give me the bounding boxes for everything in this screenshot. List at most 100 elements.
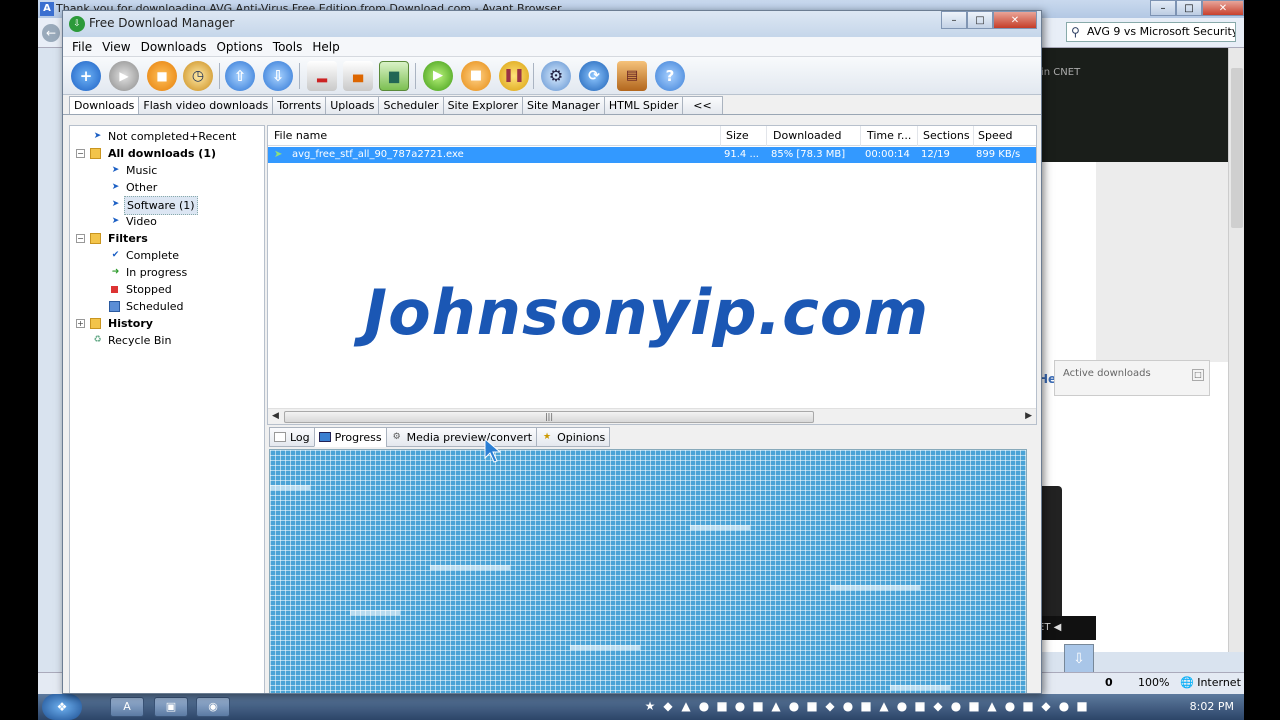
table-row[interactable]: ➤ avg_free_stf_all_90_787a2721.exe 91.4 … (268, 147, 1036, 163)
maximize-button[interactable]: □ (967, 11, 993, 29)
tree-item-scheduled[interactable]: Scheduled (70, 298, 264, 315)
stop-all-icon[interactable]: ■ (461, 61, 491, 91)
app-icon[interactable]: ■ (858, 697, 874, 715)
pause-all-icon[interactable]: ❚❚ (499, 61, 529, 91)
taskbar-fdm-button[interactable]: ◉ (196, 697, 230, 717)
app-icon[interactable]: ◆ (930, 697, 946, 715)
download-arrow-icon[interactable]: ⇩ (1064, 644, 1094, 674)
move-down-icon[interactable]: ⇩ (263, 61, 293, 91)
tab-torrents[interactable]: Torrents (272, 96, 327, 114)
collapse-icon[interactable]: − (76, 149, 85, 158)
tree-item-not-completed-recent[interactable]: ➤ Not completed+Recent (70, 128, 264, 145)
column-file-name[interactable]: File name (274, 129, 327, 142)
scroll-left-icon[interactable]: ◀ (272, 411, 279, 421)
speed-high-icon[interactable]: ▆ (379, 61, 409, 91)
site-manager-icon[interactable]: ⟳ (579, 61, 609, 91)
close-icon[interactable]: □ (1192, 369, 1204, 381)
scrollbar-thumb[interactable] (1231, 68, 1243, 228)
tab-collapse[interactable]: << (682, 96, 723, 114)
tree-item-in-progress[interactable]: ➜ In progress (70, 264, 264, 281)
tree-item-all-downloads[interactable]: − All downloads (1) (70, 145, 264, 162)
shield-icon[interactable]: ◆ (660, 697, 676, 715)
menu-downloads[interactable]: Downloads (136, 39, 212, 54)
app-icon[interactable]: ● (840, 697, 856, 715)
app-icon[interactable]: ■ (804, 697, 820, 715)
column-downloaded[interactable]: Downloaded (773, 129, 841, 142)
app-icon[interactable]: ● (1002, 697, 1018, 715)
app-icon[interactable]: ● (696, 697, 712, 715)
app-icon[interactable]: ◆ (822, 697, 838, 715)
app-icon[interactable]: ● (894, 697, 910, 715)
menu-file[interactable]: File (67, 39, 97, 54)
tab-site-manager[interactable]: Site Manager (521, 96, 605, 114)
app-icon[interactable]: ■ (714, 697, 730, 715)
browser-search-input[interactable]: ⚲ AVG 9 vs Microsoft Security e (1066, 22, 1236, 42)
books-icon[interactable]: ▤ (617, 61, 647, 91)
browser-vertical-scrollbar[interactable] (1228, 48, 1244, 652)
tree-item-music[interactable]: ➤ Music (70, 162, 264, 179)
tab-progress[interactable]: Progress (313, 427, 387, 447)
app-icon[interactable]: ▲ (678, 697, 694, 715)
app-icon[interactable]: ■ (750, 697, 766, 715)
help-icon[interactable]: ? (655, 61, 685, 91)
column-divider[interactable] (766, 126, 767, 146)
app-icon[interactable]: ● (948, 697, 964, 715)
app-icon[interactable]: ▲ (984, 697, 1000, 715)
app-icon[interactable]: ▲ (876, 697, 892, 715)
app-icon[interactable]: ■ (966, 697, 982, 715)
scroll-right-icon[interactable]: ▶ (1025, 411, 1032, 421)
horizontal-scrollbar[interactable]: ◀ ||| ▶ (268, 408, 1036, 424)
app-icon[interactable]: ● (1056, 697, 1072, 715)
menu-help[interactable]: Help (307, 39, 344, 54)
minimize-button[interactable]: – (1150, 0, 1176, 16)
taskbar-clock[interactable]: 8:02 PM (1190, 700, 1234, 713)
taskbar-avant-button[interactable]: A (110, 697, 144, 717)
tab-scheduler[interactable]: Scheduler (378, 96, 444, 114)
collapse-icon[interactable]: − (76, 234, 85, 243)
gear-icon[interactable]: ⚙ (541, 61, 571, 91)
taskbar-app-button[interactable]: ▣ (154, 697, 188, 717)
tab-media-preview-convert[interactable]: ⚙ Media preview/convert (385, 427, 538, 447)
menu-options[interactable]: Options (211, 39, 267, 54)
tree-item-stopped[interactable]: Stopped (70, 281, 264, 298)
column-divider[interactable] (973, 126, 974, 146)
speed-low-icon[interactable]: ▂ (307, 61, 337, 91)
tab-downloads[interactable]: Downloads (69, 96, 140, 114)
tree-item-other[interactable]: ➤ Other (70, 179, 264, 196)
column-size[interactable]: Size (726, 129, 749, 142)
tab-html-spider[interactable]: HTML Spider (603, 96, 684, 114)
app-icon[interactable]: ● (732, 697, 748, 715)
speed-medium-icon[interactable]: ▄ (343, 61, 373, 91)
scrollbar-thumb[interactable]: ||| (284, 411, 814, 423)
column-divider[interactable] (860, 126, 861, 146)
schedule-icon[interactable]: ◷ (183, 61, 213, 91)
expand-icon[interactable]: + (76, 319, 85, 328)
column-speed[interactable]: Speed (978, 129, 1012, 142)
tree-item-recycle-bin[interactable]: ♻ Recycle Bin (70, 332, 264, 349)
app-icon[interactable]: ● (786, 697, 802, 715)
tree-item-filters[interactable]: − Filters (70, 230, 264, 247)
start-button[interactable]: ❖ (42, 694, 82, 720)
star-icon[interactable]: ★ (642, 697, 658, 715)
zoom-level[interactable]: 100% (1138, 676, 1169, 689)
maximize-button[interactable]: □ (1176, 0, 1202, 16)
app-icon[interactable]: ■ (1074, 697, 1090, 715)
tab-uploads[interactable]: Uploads (325, 96, 380, 114)
tree-item-video[interactable]: ➤ Video (70, 213, 264, 230)
close-button[interactable]: ✕ (1202, 0, 1244, 16)
start-all-icon[interactable]: ▶ (423, 61, 453, 91)
close-button[interactable]: ✕ (993, 11, 1037, 29)
column-divider[interactable] (917, 126, 918, 146)
app-icon[interactable]: ■ (912, 697, 928, 715)
column-divider[interactable] (720, 126, 721, 146)
column-sections[interactable]: Sections (923, 129, 970, 142)
back-arrow-icon[interactable]: ← (42, 24, 60, 42)
move-up-icon[interactable]: ⇧ (225, 61, 255, 91)
stop-icon[interactable]: ■ (147, 61, 177, 91)
app-icon[interactable]: ▲ (768, 697, 784, 715)
tab-flash-video-downloads[interactable]: Flash video downloads (138, 96, 274, 114)
tree-item-software[interactable]: ➤ Software (1) (70, 196, 264, 215)
start-icon[interactable]: ▶ (109, 61, 139, 91)
app-icon[interactable]: ■ (1020, 697, 1036, 715)
minimize-button[interactable]: – (941, 11, 967, 29)
